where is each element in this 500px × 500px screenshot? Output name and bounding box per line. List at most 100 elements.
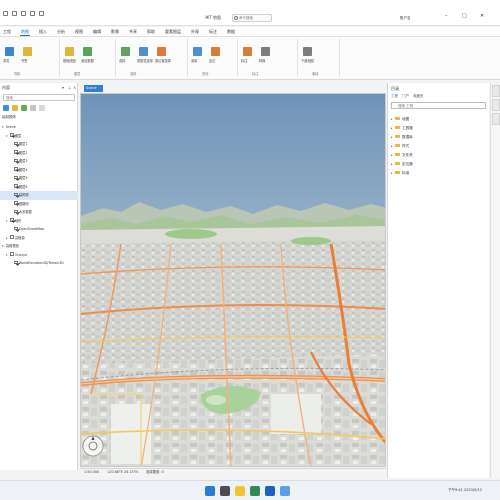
map-view-tab[interactable]: Scene <box>84 85 103 92</box>
minimize-icon[interactable]: – <box>445 13 448 19</box>
ribbon-button-label[interactable]: 选择 <box>119 58 125 63</box>
ribbon-button-icon[interactable] <box>139 47 148 56</box>
layer-visibility-checkbox[interactable] <box>14 226 18 231</box>
layer-visibility-checkbox[interactable] <box>10 218 14 222</box>
open-project-icon[interactable] <box>12 11 17 16</box>
ribbon-button-icon[interactable] <box>193 47 202 56</box>
ribbon-button-label[interactable]: 基础底图 <box>63 58 76 63</box>
ribbon-button-label[interactable]: 转换 <box>259 58 265 63</box>
arcgis-pro-icon[interactable] <box>265 486 275 496</box>
save-icon[interactable] <box>21 11 26 16</box>
maximize-icon[interactable]: □ <box>462 13 467 19</box>
app-icon[interactable] <box>280 486 290 496</box>
ribbon-tab[interactable]: 影像 <box>110 27 120 36</box>
ribbon-button-label[interactable]: 添加数据 <box>81 58 94 63</box>
side-tab[interactable] <box>492 99 500 111</box>
map-scale[interactable]: 1:50,000 <box>84 469 99 475</box>
pane-close-icon[interactable]: × <box>73 85 76 90</box>
layer-visibility-checkbox[interactable] <box>14 167 18 171</box>
ribbon-button-icon[interactable] <box>261 47 270 56</box>
layer-row[interactable]: OpenStreetMap <box>0 225 78 234</box>
ribbon-button-label[interactable]: 定位 <box>209 58 215 63</box>
catalog-search-input[interactable]: 搜索 工程 <box>391 102 486 109</box>
navigator-control[interactable] <box>82 435 104 457</box>
redo-icon[interactable] <box>39 11 44 16</box>
ribbon-button-label[interactable]: 按属性选择 <box>137 58 153 63</box>
layer-visibility-checkbox[interactable] <box>10 235 14 239</box>
layer-row[interactable]: 图层2 <box>0 149 78 158</box>
new-project-icon[interactable] <box>3 11 8 16</box>
layer-row[interactable]: ▸ 高程源 <box>0 234 78 243</box>
snapping-icon[interactable] <box>39 105 45 111</box>
ribbon-button-icon[interactable] <box>157 47 166 56</box>
catalog-item[interactable]: ▸ 样式 <box>391 142 486 151</box>
scene-view[interactable] <box>80 93 386 467</box>
layer-visibility-checkbox[interactable] <box>14 184 18 188</box>
pane-menu-icon[interactable]: ▾ <box>62 85 64 90</box>
ribbon-button-label[interactable]: 标注 <box>241 58 247 63</box>
catalog-item[interactable]: ▸ 标准 <box>391 169 486 178</box>
ribbon-button-label[interactable]: 按位置选择 <box>155 58 171 63</box>
ribbon-tab[interactable]: 工程 <box>2 27 12 36</box>
ribbon-button-icon[interactable] <box>243 47 252 56</box>
ribbon-button-label[interactable]: 下载地图 <box>301 58 314 63</box>
ribbon-tab[interactable]: 标注 <box>208 27 218 36</box>
layer-row[interactable]: 图层5 <box>0 174 78 183</box>
close-icon[interactable]: ✕ <box>480 13 484 19</box>
undo-icon[interactable] <box>30 11 35 16</box>
ribbon-tab[interactable]: 共享 <box>128 27 138 36</box>
catalog-item[interactable]: ▸ 工具箱 <box>391 124 486 133</box>
start-icon[interactable] <box>205 486 215 496</box>
editing-icon[interactable] <box>30 105 36 111</box>
search-icon[interactable] <box>220 486 230 496</box>
side-tab[interactable] <box>492 85 500 97</box>
ribbon-button-icon[interactable] <box>23 47 32 56</box>
contents-search-input[interactable]: 搜索 <box>3 94 75 101</box>
ribbon-button-label[interactable]: 浏览 <box>3 58 9 63</box>
layer-visibility-checkbox[interactable] <box>14 175 18 180</box>
file-explorer-icon[interactable] <box>235 486 245 496</box>
layer-visibility-checkbox[interactable] <box>14 158 18 163</box>
catalog-item[interactable]: ▸ 文件夹 <box>391 151 486 160</box>
layer-visibility-checkbox[interactable] <box>14 141 18 146</box>
catalog-item[interactable]: ▸ 地图 <box>391 115 486 124</box>
source-icon[interactable] <box>12 105 18 111</box>
catalog-subtab[interactable]: 门户 <box>402 94 409 99</box>
selection-icon[interactable] <box>21 105 27 111</box>
layer-row[interactable]: 水系数据 <box>0 208 78 217</box>
layer-visibility-checkbox[interactable] <box>14 201 18 205</box>
ribbon-tab[interactable]: 地图 <box>20 27 30 36</box>
layer-row[interactable]: ▾ Ground <box>0 251 78 260</box>
catalog-item[interactable]: ▸ 定位器 <box>391 160 486 169</box>
layer-row[interactable]: 道路网 <box>0 200 78 209</box>
pin-icon[interactable]: ⊥ <box>68 85 71 90</box>
ribbon-button-label[interactable]: 测量 <box>191 58 197 63</box>
layer-row[interactable]: 图层1 <box>0 140 78 149</box>
user-account[interactable]: 账户名 <box>400 16 411 21</box>
ribbon-tab[interactable]: 要素图层 <box>164 27 182 36</box>
ribbon-button-icon[interactable] <box>303 47 312 56</box>
layer-visibility-checkbox[interactable] <box>14 192 18 197</box>
browser-icon[interactable] <box>250 486 260 496</box>
layer-row[interactable]: WorldElevation3D/Terrain3D <box>0 259 78 268</box>
ribbon-tab[interactable]: 编辑 <box>92 27 102 36</box>
scene-render[interactable] <box>81 94 386 467</box>
ribbon-tab[interactable]: 插入 <box>38 27 48 36</box>
ribbon-tab[interactable]: 分析 <box>56 27 66 36</box>
ribbon-button-icon[interactable] <box>211 47 220 56</box>
side-tab[interactable] <box>492 113 500 125</box>
ribbon-tab[interactable]: 数据 <box>226 27 236 36</box>
layer-visibility-checkbox[interactable] <box>10 252 14 256</box>
catalog-item[interactable]: ▸ 数据库 <box>391 133 486 142</box>
ribbon-button-icon[interactable] <box>5 47 14 56</box>
catalog-subtab[interactable]: 收藏夹 <box>413 94 424 99</box>
layer-row[interactable]: ▾ 地形 <box>0 217 78 226</box>
layer-row[interactable]: ▾ 图层 <box>0 132 78 141</box>
layer-row[interactable]: 图层6 <box>0 183 78 192</box>
ribbon-tab[interactable]: 外观 <box>190 27 200 36</box>
ribbon-button-icon[interactable] <box>83 47 92 56</box>
layer-visibility-checkbox[interactable] <box>14 260 18 265</box>
ribbon-button-icon[interactable] <box>65 47 74 56</box>
layer-visibility-checkbox[interactable] <box>14 150 18 154</box>
layer-row[interactable]: 图层3 <box>0 157 78 166</box>
